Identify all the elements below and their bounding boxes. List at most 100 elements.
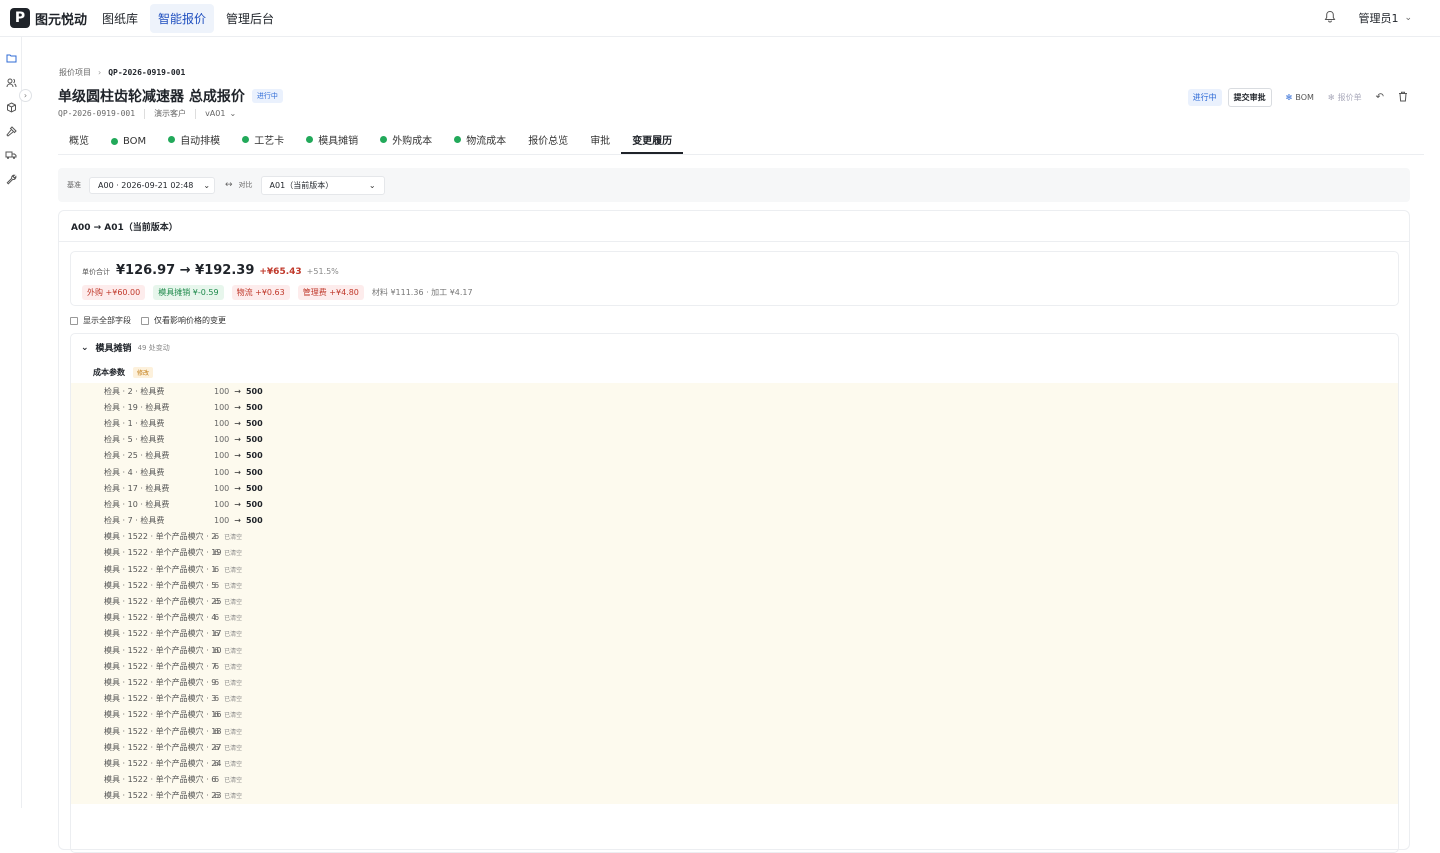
tab-label: 变更履历 xyxy=(632,136,673,147)
price-only-checkbox[interactable]: 仅看影响价格的变更 xyxy=(141,315,226,326)
bom-button-label: BOM xyxy=(1295,93,1314,102)
change-field-name: 模具 · 1522 · 单个产品模穴 · 25 xyxy=(104,597,222,607)
show-all-fields-checkbox[interactable]: 显示全部字段 xyxy=(70,315,131,326)
change-row: 模具 · 1522 · 单个产品模穴 · 18 6 已清空 xyxy=(71,723,1398,739)
diff-heading: A00 → A01（当前版本） xyxy=(59,211,1409,242)
change-old-value: 6 xyxy=(214,597,220,607)
chevron-down-icon: ⌄ xyxy=(368,180,376,190)
bom-button[interactable]: ✻ BOM xyxy=(1286,93,1314,102)
change-row: 检具 · 19 · 检具费 100 → 500 xyxy=(71,399,1398,415)
cleared-tag: 已清空 xyxy=(224,712,243,720)
status-dot xyxy=(242,136,250,143)
change-new-value: 500 xyxy=(245,402,263,412)
tab-process-card[interactable]: 工艺卡 xyxy=(231,132,295,154)
nav-item-drawings[interactable]: 图纸库 xyxy=(94,4,146,33)
change-field-name: 模具 · 1522 · 单个产品模穴 · 4 xyxy=(104,613,217,623)
tab-quote-summary[interactable]: 报价总览 xyxy=(517,132,579,154)
tab-label: 外购成本 xyxy=(392,136,433,147)
change-field-name: 检具 · 19 · 检具费 xyxy=(104,402,170,412)
change-old-value: 6 xyxy=(214,532,220,542)
change-row: 检具 · 2 · 检具费 100 → 500 xyxy=(71,383,1398,399)
change-field-name: 模具 · 1522 · 单个产品模穴 · 24 xyxy=(104,758,222,768)
cleared-tag: 已清空 xyxy=(224,566,243,574)
tab-mold-amortization[interactable]: 模具摊销 xyxy=(295,132,369,154)
change-field-name: 模具 · 1522 · 单个产品模穴 · 19 xyxy=(104,548,222,558)
chevron-down-icon: ⌄ xyxy=(203,180,211,190)
version-compare-bar: 基准 A00 · 2026-09-21 02:48 ⌄ ↔ 对比 A01（当前版… xyxy=(58,168,1410,202)
section-header[interactable]: ⌄ 模具摊销 49 处变动 xyxy=(71,334,1398,361)
cleared-tag: 已清空 xyxy=(224,582,243,590)
hammer-icon[interactable] xyxy=(5,126,17,138)
compare-version-select[interactable]: A01（当前版本） ⌄ xyxy=(260,175,385,195)
change-old-value: 100 xyxy=(214,402,230,412)
quote-sheet-button-label: 报价单 xyxy=(1337,93,1362,102)
status-badge: 进行中 xyxy=(251,89,283,103)
arrow-right-icon: → xyxy=(234,418,241,428)
undo-icon[interactable]: ↶ xyxy=(1376,92,1384,103)
summary-price: ¥126.97 → ¥192.39 xyxy=(116,263,255,278)
breadcrumb-parent[interactable]: 报价项目 xyxy=(59,67,91,78)
change-row: 模具 · 1522 · 单个产品模穴 · 16 6 已清空 xyxy=(71,707,1398,723)
delta-chip-purchase: 外购 +¥60.00 xyxy=(82,285,146,300)
submit-approval-button[interactable]: 提交审批 xyxy=(1227,88,1272,107)
change-field-name: 检具 · 17 · 检具费 xyxy=(104,483,170,493)
change-field-name: 模具 · 1522 · 单个产品模穴 · 5 xyxy=(104,580,217,590)
change-new-value: 500 xyxy=(245,386,263,396)
tab-label: 自动排模 xyxy=(180,136,221,147)
cube-icon[interactable] xyxy=(5,102,17,114)
logo-mark: P xyxy=(10,8,30,28)
quote-sheet-button[interactable]: ✻ 报价单 xyxy=(1328,92,1362,103)
truck-icon[interactable] xyxy=(5,150,17,162)
change-row: 检具 · 7 · 检具费 100 → 500 xyxy=(71,513,1398,529)
cleared-tag: 已清空 xyxy=(224,534,243,542)
nav-item-smart-quote[interactable]: 智能报价 xyxy=(150,3,215,33)
change-row: 模具 · 1522 · 单个产品模穴 · 19 6 已清空 xyxy=(71,545,1398,561)
left-rail: › xyxy=(0,37,32,808)
tab-change-history[interactable]: 变更履历 xyxy=(621,132,684,154)
cleared-tag: 已清空 xyxy=(224,793,243,801)
change-row: 模具 · 1522 · 单个产品模穴 · 4 6 已清空 xyxy=(71,610,1398,626)
folder-icon[interactable] xyxy=(5,53,17,65)
user-menu[interactable]: 管理员1 ⌄ xyxy=(1358,10,1412,26)
arrow-right-icon: → xyxy=(234,499,241,509)
tab-purchase-cost[interactable]: 外购成本 xyxy=(369,132,443,154)
change-old-value: 6 xyxy=(214,580,220,590)
tab-label: 物流成本 xyxy=(466,136,507,147)
notification-bell-icon[interactable] xyxy=(1324,10,1336,27)
user-name: 管理员1 xyxy=(1358,12,1399,25)
cleared-tag: 已清空 xyxy=(224,550,243,558)
arrow-right-icon: → xyxy=(234,467,241,477)
swap-arrows-icon[interactable]: ↔ xyxy=(225,180,233,190)
change-field-name: 检具 · 25 · 检具费 xyxy=(104,451,170,461)
page-title: 单级圆柱齿轮减速器 总成报价 xyxy=(58,89,245,105)
users-icon[interactable] xyxy=(5,78,17,90)
change-new-value: 500 xyxy=(245,451,263,461)
change-row: 检具 · 17 · 检具费 100 → 500 xyxy=(71,480,1398,496)
change-old-value: 6 xyxy=(214,758,220,768)
change-row: 模具 · 1522 · 单个产品模穴 · 17 6 已清空 xyxy=(71,626,1398,642)
sidebar-expand-toggle[interactable]: › xyxy=(19,89,32,102)
tab-auto-layout[interactable]: 自动排模 xyxy=(157,132,231,154)
status-dot xyxy=(306,136,314,143)
tab-approval[interactable]: 审批 xyxy=(579,132,621,154)
base-version-select[interactable]: A00 · 2026-09-21 02:48 ⌄ xyxy=(89,176,215,194)
tab-logistics-cost[interactable]: 物流成本 xyxy=(443,132,517,154)
customer-name: 演示客户 xyxy=(154,109,187,118)
app-logo[interactable]: P 图元悦动 xyxy=(10,8,94,28)
nav-item-admin[interactable]: 管理后台 xyxy=(218,4,282,33)
base-version-value: A00 · 2026-09-21 02:48 xyxy=(98,180,194,190)
version-select[interactable]: vA01 ⌄ xyxy=(205,109,236,118)
delta-chip-mold: 模具摊销 ¥-0.59 xyxy=(153,285,224,300)
change-row: 模具 · 1522 · 单个产品模穴 · 23 6 已清空 xyxy=(71,788,1398,804)
compare-label: 对比 xyxy=(238,181,253,189)
change-field-name: 检具 · 1 · 检具费 xyxy=(104,418,165,428)
change-row: 模具 · 1522 · 单个产品模穴 · 27 6 已清空 xyxy=(71,739,1398,755)
divider xyxy=(144,108,146,119)
trash-icon[interactable] xyxy=(1398,91,1408,105)
tab-label: 报价总览 xyxy=(528,136,569,147)
tab-bom[interactable]: BOM xyxy=(100,136,157,154)
change-row: 模具 · 1522 · 单个产品模穴 · 1 6 已清空 xyxy=(71,561,1398,577)
change-field-name: 检具 · 10 · 检具费 xyxy=(104,499,170,509)
wrench-icon[interactable] xyxy=(5,174,17,186)
tab-overview[interactable]: 概览 xyxy=(58,132,100,154)
